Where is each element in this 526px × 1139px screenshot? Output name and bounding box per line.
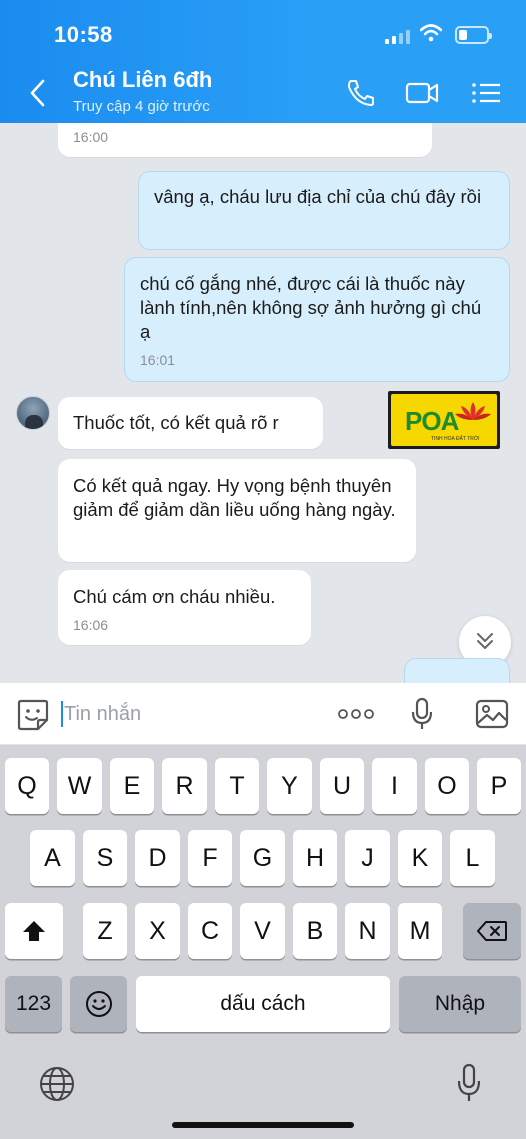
key-i[interactable]: I — [372, 758, 417, 814]
key-r[interactable]: R — [162, 758, 207, 814]
emoji-key[interactable] — [70, 976, 127, 1032]
key-x[interactable]: X — [135, 903, 180, 959]
message-time: 16:01 — [140, 352, 176, 368]
logo-text: POA — [405, 406, 459, 436]
numbers-key[interactable]: 123 — [5, 976, 62, 1032]
video-call-icon[interactable] — [405, 78, 439, 108]
key-b[interactable]: B — [293, 903, 337, 959]
status-time: 10:58 — [54, 22, 113, 47]
key-n[interactable]: N — [345, 903, 390, 959]
home-indicator[interactable] — [172, 1122, 354, 1128]
message-text: Thuốc tốt, có kết quả rõ r — [73, 412, 279, 433]
contact-avatar[interactable] — [16, 396, 50, 430]
phone-call-icon[interactable] — [344, 78, 378, 108]
key-d[interactable]: D — [135, 830, 180, 886]
message-time: 16:00 — [73, 129, 109, 145]
key-e[interactable]: E — [110, 758, 154, 814]
message-text: chú cố gắng nhé, được cái là thuốc này l… — [140, 273, 482, 342]
logo-subtext: TINH HOA ĐẤT TRỜI — [431, 436, 480, 442]
sticker-icon[interactable] — [16, 698, 50, 732]
message-bubble-incoming[interactable]: Có kết quả ngay. Hy vọng bệnh thuyên giả… — [58, 459, 416, 562]
key-o[interactable]: O — [425, 758, 469, 814]
chat-header: 10:58 Chú Liên 6đh Truy cập 4 giờ trước — [0, 0, 526, 123]
image-gallery-icon[interactable] — [474, 697, 510, 731]
shift-arrow-icon — [23, 921, 45, 941]
message-bubble-incoming[interactable]: Chú cám ơn cháu nhiều. 16:06 — [58, 570, 311, 645]
key-c[interactable]: C — [188, 903, 232, 959]
shift-key[interactable] — [5, 903, 63, 959]
lotus-flower-icon — [455, 402, 491, 420]
message-bubble-incoming[interactable]: Thuốc tốt, có kết quả rõ r — [58, 397, 323, 449]
message-bubble-outgoing-partial[interactable] — [404, 658, 510, 683]
return-key[interactable]: Nhập — [399, 976, 521, 1032]
back-icon[interactable] — [26, 78, 50, 108]
message-input-bar: Tin nhắn — [0, 683, 526, 745]
poa-logo-image: POA TINH HOA ĐẤT TRỜI — [388, 391, 500, 449]
key-y[interactable]: Y — [267, 758, 312, 814]
message-bubble-incoming[interactable]: 16:00 — [58, 123, 432, 157]
wifi-icon — [420, 24, 442, 42]
dictation-microphone-icon[interactable] — [456, 1063, 482, 1103]
key-k[interactable]: K — [398, 830, 442, 886]
key-m[interactable]: M — [398, 903, 442, 959]
key-v[interactable]: V — [240, 903, 285, 959]
message-time: 16:06 — [73, 617, 109, 633]
keyboard: Q W E R T Y U I O P A S D F G H J K L Z … — [0, 745, 526, 1139]
space-key[interactable]: dấu cách — [136, 976, 390, 1032]
key-f[interactable]: F — [188, 830, 232, 886]
key-s[interactable]: S — [83, 830, 127, 886]
cellular-signal-icon — [385, 30, 411, 44]
text-caret — [61, 701, 63, 727]
message-bubble-outgoing[interactable]: chú cố gắng nhé, được cái là thuốc này l… — [124, 257, 510, 382]
message-input[interactable]: Tin nhắn — [64, 703, 141, 726]
key-p[interactable]: P — [477, 758, 521, 814]
message-text: vâng ạ, cháu lưu địa chỉ của chú đây rồi — [154, 186, 482, 207]
key-l[interactable]: L — [450, 830, 495, 886]
contact-name[interactable]: Chú Liên 6đh — [73, 67, 212, 93]
backspace-icon — [477, 921, 507, 941]
more-options-icon[interactable] — [338, 708, 374, 720]
key-h[interactable]: H — [293, 830, 337, 886]
microphone-icon[interactable] — [410, 697, 434, 731]
key-g[interactable]: G — [240, 830, 285, 886]
battery-icon — [455, 26, 492, 44]
key-w[interactable]: W — [57, 758, 102, 814]
globe-icon[interactable] — [38, 1065, 76, 1103]
emoji-icon — [85, 991, 112, 1017]
key-j[interactable]: J — [345, 830, 390, 886]
backspace-key[interactable] — [463, 903, 521, 959]
message-text: Chú cám ơn cháu nhiều. — [73, 586, 276, 607]
message-text: Có kết quả ngay. Hy vọng bệnh thuyên giả… — [73, 475, 396, 520]
message-bubble-outgoing[interactable]: vâng ạ, cháu lưu địa chỉ của chú đây rồi — [138, 171, 510, 250]
last-seen: Truy cập 4 giờ trước — [73, 98, 210, 115]
key-a[interactable]: A — [30, 830, 75, 886]
double-chevron-down-icon — [477, 633, 493, 649]
key-t[interactable]: T — [215, 758, 259, 814]
key-z[interactable]: Z — [83, 903, 127, 959]
key-q[interactable]: Q — [5, 758, 49, 814]
menu-list-icon[interactable] — [470, 78, 504, 108]
message-list[interactable]: 16:00 vâng ạ, cháu lưu địa chỉ của chú đ… — [0, 123, 526, 683]
key-u[interactable]: U — [320, 758, 364, 814]
